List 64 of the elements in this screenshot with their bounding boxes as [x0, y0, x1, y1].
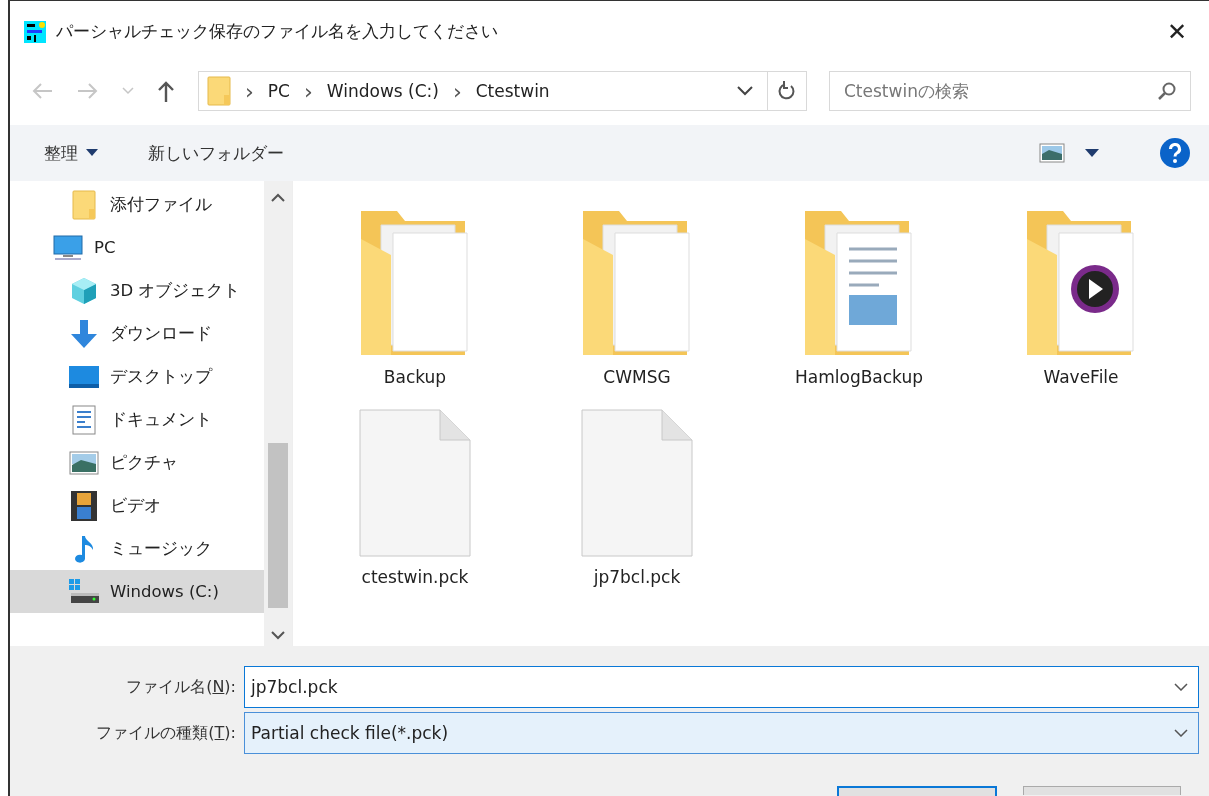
folder-icon	[803, 209, 915, 357]
nav-item[interactable]: 3D オブジェクト	[10, 269, 264, 312]
nav-item[interactable]: ビデオ	[10, 484, 264, 527]
organize-button[interactable]: 整理	[40, 137, 102, 169]
scrollbar[interactable]	[264, 181, 292, 646]
refresh-icon	[777, 81, 797, 101]
nav-item[interactable]: PC	[10, 226, 264, 269]
folder-icon	[359, 209, 471, 357]
folder-icon	[207, 76, 231, 106]
help-icon[interactable]	[1159, 137, 1191, 169]
address-bar[interactable]: › PC › Windows (C:) › Ctestwin	[198, 71, 807, 111]
search-field[interactable]: Ctestwinの検索	[829, 71, 1191, 111]
file-item[interactable]: Backup	[304, 209, 526, 387]
breadcrumb-separator: ›	[245, 78, 254, 104]
field-label: ファイル名(N):	[125, 676, 237, 698]
nav-item[interactable]: ドキュメント	[10, 398, 264, 441]
app-icon	[24, 21, 46, 43]
breadcrumb[interactable]: PC	[267, 81, 290, 101]
monitor-icon	[53, 234, 83, 261]
file-item[interactable]: CWMSG	[526, 209, 748, 387]
dialog-button[interactable]	[837, 786, 997, 796]
folder-icon	[581, 209, 693, 357]
file-icon	[359, 409, 471, 557]
breadcrumb-separator: ›	[452, 78, 462, 104]
scroll-down-icon[interactable]	[271, 630, 285, 640]
window-title: パーシャルチェック保存のファイル名を入力してください	[56, 21, 499, 43]
nav-item[interactable]: Windows (C:)	[10, 570, 264, 613]
scroll-up-icon[interactable]	[271, 193, 285, 203]
file-item[interactable]: HamlogBackup	[748, 209, 970, 387]
chevron-down-icon[interactable]	[1174, 729, 1188, 737]
view-icon[interactable]	[1039, 142, 1065, 164]
combo-field[interactable]: jp7bcl.pck	[244, 666, 1199, 708]
nav-item[interactable]: デスクトップ	[10, 355, 264, 398]
file-item[interactable]: WaveFile	[970, 209, 1192, 387]
film-icon	[71, 490, 97, 521]
breadcrumb[interactable]: Windows (C:)	[326, 81, 439, 101]
desktop-icon	[69, 365, 99, 388]
nav-item[interactable]: ダウンロード	[10, 312, 264, 355]
combo-field[interactable]: Partial check file(*.pck)	[244, 712, 1199, 754]
breadcrumb[interactable]: Ctestwin	[475, 81, 550, 101]
file-item[interactable]: jp7bcl.pck	[526, 409, 748, 587]
search-icon	[1157, 81, 1177, 101]
nav-item[interactable]: 添付ファイル	[10, 183, 264, 226]
nav-item[interactable]: ミュージック	[10, 527, 264, 570]
file-icon	[581, 409, 693, 557]
caret-icon[interactable]	[1085, 149, 1099, 157]
close-button[interactable]: ✕	[1157, 14, 1197, 50]
music-note-icon	[72, 533, 96, 564]
breadcrumb-separator: ›	[303, 78, 313, 104]
caret-icon	[86, 149, 98, 157]
file-item[interactable]: ctestwin.pck	[304, 409, 526, 587]
cube-icon	[70, 276, 98, 305]
field-label: ファイルの種類(T):	[95, 722, 237, 744]
new-folder-button[interactable]: 新しいフォルダー	[144, 137, 288, 169]
folder-icon	[1025, 209, 1137, 357]
drive-icon	[69, 578, 99, 605]
chevron-down-icon[interactable]	[737, 86, 753, 96]
up-icon[interactable]	[156, 79, 176, 103]
nav-item[interactable]: ピクチャ	[10, 441, 264, 484]
down-arrow-icon	[70, 318, 98, 349]
picture-icon	[69, 450, 99, 475]
folder-icon	[72, 189, 96, 220]
document-icon	[72, 404, 96, 435]
chevron-down-icon[interactable]	[1174, 683, 1188, 691]
